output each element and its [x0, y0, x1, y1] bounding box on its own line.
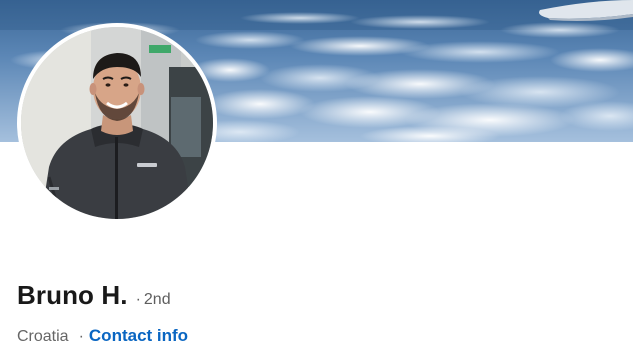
degree-separator: ·: [135, 291, 141, 308]
profile-name: Bruno H.: [17, 280, 128, 310]
location-row: Croatia · Contact info: [17, 326, 188, 346]
profile-location: Croatia: [17, 328, 69, 345]
avatar-photo: [21, 27, 213, 219]
name-row: Bruno H. · 2nd: [17, 280, 171, 311]
location-separator: ·: [78, 328, 84, 345]
contact-info-link[interactable]: Contact info: [89, 326, 188, 346]
avatar-image: [21, 27, 213, 219]
profile-avatar[interactable]: [17, 23, 217, 223]
profile-top-card: Bruno H. · 2nd Croatia · Contact info: [0, 0, 633, 352]
connection-degree-badge: 2nd: [143, 291, 171, 308]
